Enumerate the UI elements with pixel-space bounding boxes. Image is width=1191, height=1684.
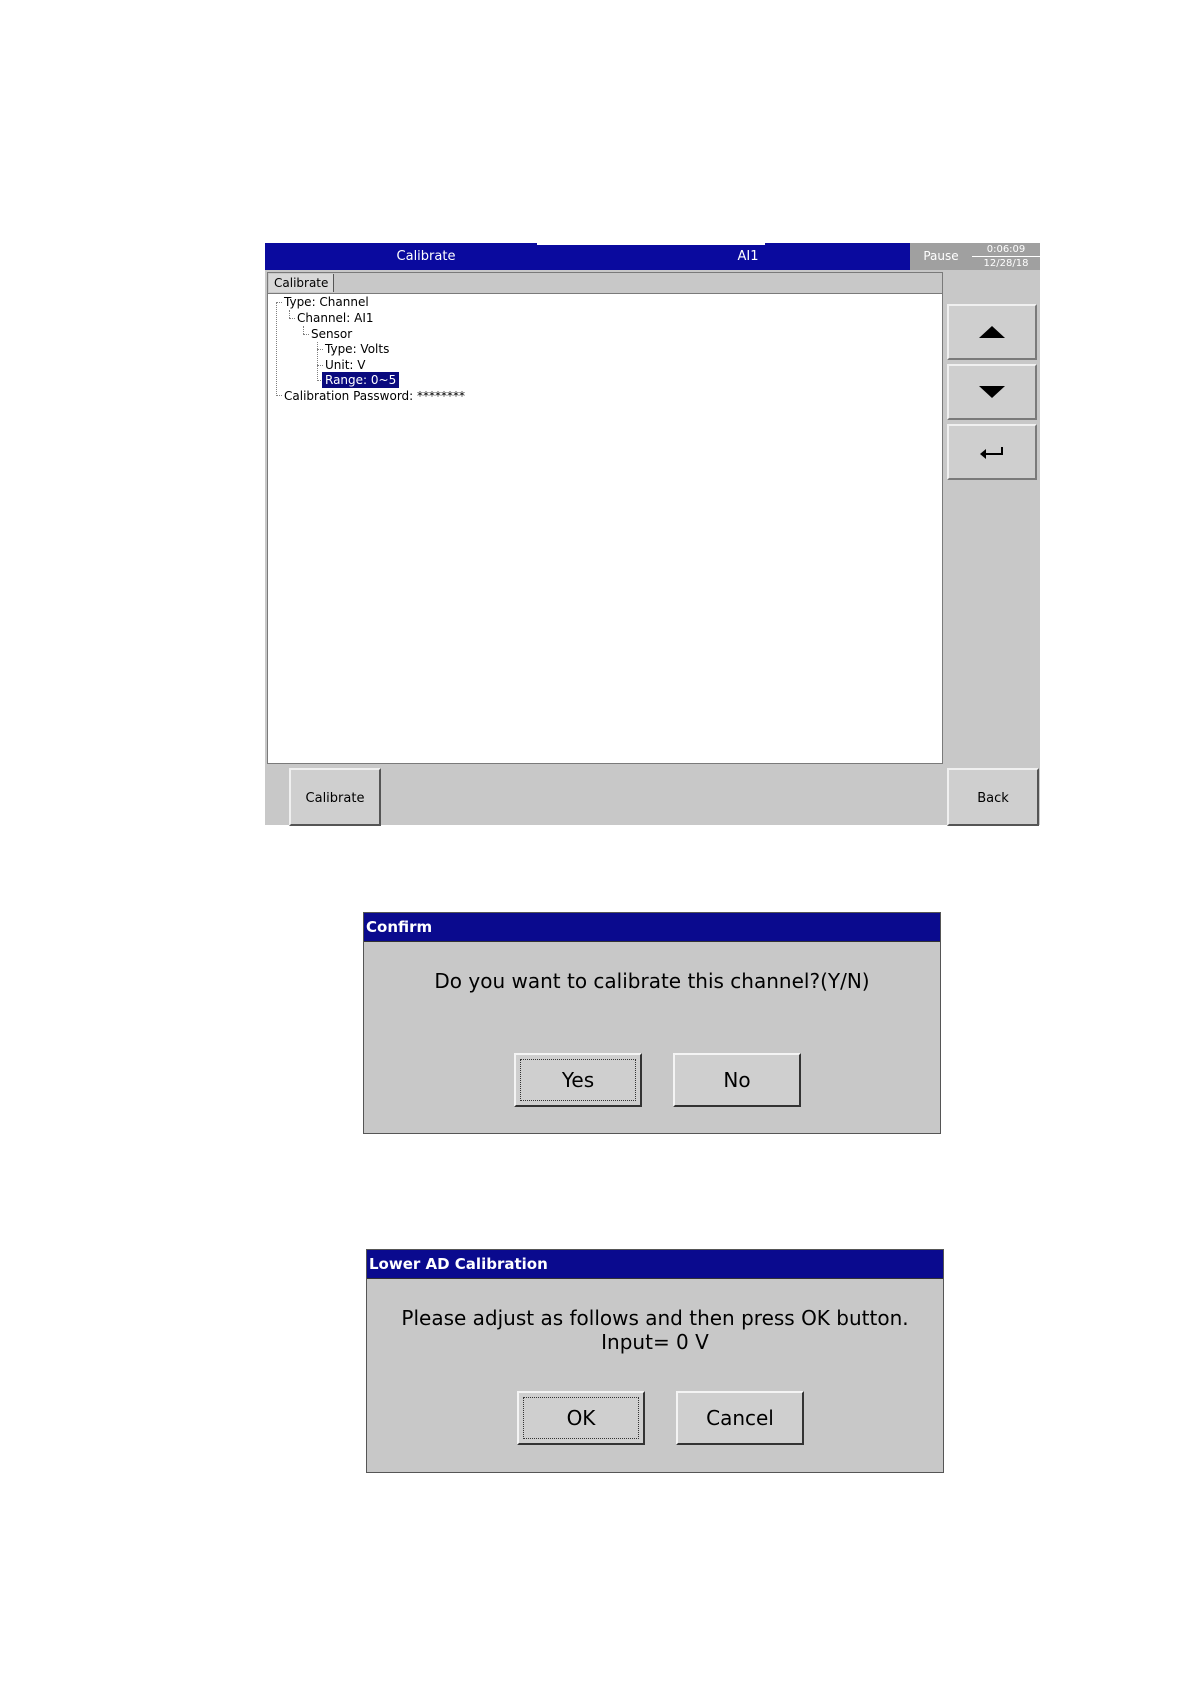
yes-button[interactable]: Yes — [514, 1053, 642, 1107]
tree-connector — [303, 334, 309, 335]
tree-connector — [289, 310, 290, 318]
lower-ad-calibration-dialog: Lower AD Calibration Please adjust as fo… — [366, 1249, 944, 1473]
calibrate-button[interactable]: Calibrate — [289, 768, 381, 826]
back-button[interactable]: Back — [947, 768, 1039, 826]
arrow-up-icon — [979, 326, 1005, 338]
confirm-dialog-title: Confirm — [364, 913, 940, 942]
bottom-bar: Calibrate Back — [265, 764, 1040, 826]
no-button[interactable]: No — [673, 1053, 801, 1107]
settings-tree: Type: Channel Channel: AI1 Sensor Type: … — [268, 294, 942, 762]
tree-node-unit[interactable]: Unit: V — [325, 357, 366, 373]
tree-node-range-selected[interactable]: Range: 0~5 — [320, 371, 401, 389]
tree-node-channel[interactable]: Channel: AI1 — [297, 310, 374, 326]
title-bar-notch — [537, 243, 765, 245]
tree-connector — [317, 349, 323, 350]
tab-bar: Calibrate — [268, 273, 942, 294]
lower-ad-message-line2: Input= 0 V — [601, 1330, 709, 1354]
calibrate-screen: Calibrate AI1 Pause 0:06:09 12/28/18 Cal… — [265, 243, 1040, 826]
enter-icon — [980, 447, 1003, 459]
tree-connector — [276, 395, 282, 396]
cancel-button[interactable]: Cancel — [676, 1391, 804, 1445]
clock-date: 12/28/18 — [983, 258, 1029, 269]
title-bar: Calibrate AI1 — [265, 243, 910, 270]
screen-title: Calibrate — [396, 249, 456, 264]
enter-button[interactable] — [947, 424, 1037, 480]
clock: 0:06:09 12/28/18 — [972, 243, 1040, 270]
tree-connector — [303, 326, 304, 334]
tree-connector — [317, 342, 318, 381]
settings-panel: Calibrate Type: Channel Channel: AI1 Sen… — [267, 272, 943, 764]
tree-node-sensor[interactable]: Sensor — [311, 326, 352, 342]
confirm-dialog: Confirm Do you want to calibrate this ch… — [363, 912, 941, 1134]
pause-status[interactable]: Pause — [910, 243, 972, 270]
tree-node-sensor-type[interactable]: Type: Volts — [325, 341, 389, 357]
ok-button[interactable]: OK — [517, 1391, 645, 1445]
scroll-down-button[interactable] — [947, 364, 1037, 420]
tree-connector — [276, 302, 282, 303]
channel-title: AI1 — [737, 249, 759, 264]
scroll-up-button[interactable] — [947, 304, 1037, 360]
arrow-down-icon — [979, 386, 1005, 398]
lower-ad-message-line1: Please adjust as follows and then press … — [401, 1306, 909, 1330]
tree-node-calibration-password[interactable]: Calibration Password: ******** — [284, 388, 465, 404]
tree-connector — [317, 365, 323, 366]
tree-node-type[interactable]: Type: Channel — [284, 294, 369, 310]
lower-ad-dialog-title: Lower AD Calibration — [367, 1250, 943, 1279]
tree-connector — [276, 302, 277, 396]
tab-calibrate[interactable]: Calibrate — [269, 274, 335, 292]
confirm-message: Do you want to calibrate this channel?(Y… — [434, 969, 870, 993]
tree-connector — [289, 318, 295, 319]
clock-time: 0:06:09 — [972, 243, 1040, 257]
